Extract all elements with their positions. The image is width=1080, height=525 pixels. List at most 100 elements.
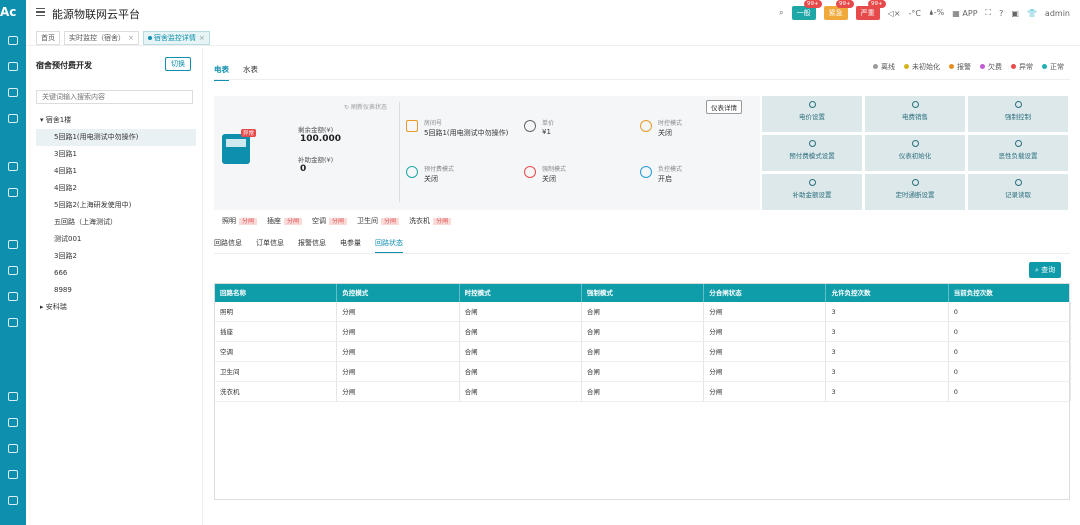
table-icon[interactable] [8,292,18,301]
subtab[interactable]: 回路信息 [214,238,242,254]
thermometer-icon[interactable] [8,266,18,275]
chart-line-icon[interactable] [8,418,18,427]
table-row[interactable]: 照明 分闸 合闸 合闸 分闸 3 0 [215,302,1072,322]
message-icon[interactable]: ▣ [1011,9,1019,18]
status-legend: 离线 未初始化 报警 欠费 异常 正常 [873,62,1064,72]
force-label: 强制模式 [542,166,567,173]
subtab[interactable]: 回路状态 [375,238,403,254]
control-button[interactable]: 恶性负载设置 [968,135,1068,171]
alarm-general[interactable]: 一般 99+ [791,0,822,20]
close-icon[interactable]: × [128,34,134,42]
column-header[interactable]: 时控模式 [460,284,582,302]
tab-detail[interactable]: 宿舍监控详情 × [142,30,210,45]
settings-icon[interactable] [8,240,18,249]
table-cell: 分闸 [704,362,827,381]
shirt-icon[interactable]: 👕 [1027,9,1037,18]
search-icon[interactable]: ⌕ [779,8,783,18]
help-icon[interactable]: ? [999,9,1003,18]
column-header[interactable]: 负控模式 [337,284,460,302]
tree-node[interactable]: 3回路2 [36,248,196,265]
tab-realtime[interactable]: 实时监控（宿舍） × [64,30,139,45]
query-button[interactable]: ⌕ 查询 [1029,262,1062,278]
column-header[interactable]: 强制模式 [582,284,705,302]
subtab[interactable]: 电参量 [340,238,361,254]
alarm-severe[interactable]: 严重 99+ [855,0,886,20]
building-icon[interactable] [8,88,18,97]
table-cell: 分闸 [704,302,827,321]
bar-chart-3-icon[interactable] [8,496,18,505]
refresh-status-button[interactable]: ↻ 刷新仪表状态 [344,102,387,111]
switch-button[interactable]: 切换 [165,57,191,71]
left-panel: 宿舍预付费开发 切换 ▾ 宿舍1楼 5回路1(用电测试中勿操作) 3回路1 4回路1 4… [26,48,203,525]
control-icon [1014,101,1022,108]
control-icon [911,140,919,147]
tree-node[interactable]: 5回路1(用电测试中勿操作) [36,129,196,146]
control-icon [911,101,919,108]
legend-label: 报警 [957,63,971,71]
tab-home[interactable]: 首页 [36,30,60,45]
sound-icon[interactable]: ◁× [888,9,901,18]
column-header[interactable]: 允许负控次数 [826,284,949,302]
tree-node[interactable]: 4回路2 [36,180,196,197]
column-header[interactable]: 回路名称 [215,284,338,302]
control-button[interactable]: 预付费模式设置 [762,135,862,171]
control-button[interactable]: 电价设置 [762,96,862,132]
subtab[interactable]: 订单信息 [256,238,284,254]
location-icon[interactable] [8,162,18,171]
table-cell: 照明 [215,302,338,321]
tree-node[interactable]: 五回路（上海测试） [36,214,196,231]
column-header[interactable]: 当前负控次数 [949,284,1072,302]
control-button[interactable]: 强制控制 [968,96,1068,132]
table-cell: 3 [826,362,949,381]
tree-node[interactable]: 5回路2(上海研发使用中) [36,197,196,214]
monitor-icon[interactable] [8,188,18,197]
close-icon[interactable]: × [199,34,205,42]
table-row[interactable]: 洗衣机 分闸 合闸 合闸 分闸 3 0 [215,382,1072,402]
document-icon[interactable] [8,114,18,123]
table-cell: 合闸 [582,342,705,361]
table-row[interactable]: 卫生间 分闸 合闸 合闸 分闸 3 0 [215,362,1072,382]
loop-item: 照明 分闸 [222,216,258,226]
tree-node[interactable]: 3回路1 [36,146,196,163]
column-header[interactable]: 分合闸状态 [704,284,827,302]
table-cell: 合闸 [582,362,705,381]
price-value: ¥1 [542,128,551,136]
table-row[interactable]: 空调 分闸 合闸 合闸 分闸 3 0 [215,342,1072,362]
tree-node[interactable]: 测试001 [36,231,196,248]
table-cell: 3 [826,382,949,401]
subtab[interactable]: 报警信息 [298,238,326,254]
table-cell: 合闸 [460,382,582,401]
tree-node[interactable]: 4回路1 [36,163,196,180]
loop-state-badge: 分闸 [239,218,258,225]
time-control-label: 时控模式 [658,120,683,127]
meter-detail-button[interactable]: 仪表详情 [706,100,742,114]
control-button[interactable]: 电费销售 [865,96,965,132]
gallery-icon[interactable] [8,318,18,327]
tree-node[interactable]: ▾ 宿舍1楼 [36,112,196,129]
tree-search-input[interactable] [36,90,193,104]
table-cell: 3 [826,342,949,361]
control-button[interactable]: 仪表初始化 [865,135,965,171]
meter-icon [222,134,250,164]
prepay-label: 预付费模式 [424,166,455,173]
alarm-urgent[interactable]: 紧急 99+ [823,0,854,20]
control-button[interactable]: 补助金额设置 [762,174,862,210]
table-row[interactable]: 插座 分闸 合闸 合闸 分闸 3 0 [215,322,1072,342]
home-icon[interactable] [8,36,18,45]
user-name[interactable]: admin [1045,9,1070,18]
report-icon[interactable] [8,392,18,401]
table-cell: 分闸 [704,342,827,361]
tree-node[interactable]: 8989 [36,282,196,299]
divider [214,79,1070,80]
tree-node[interactable]: 666 [36,265,196,282]
tree-node[interactable]: ▸ 安科瑞 [36,299,196,316]
control-button[interactable]: 记录读取 [968,174,1068,210]
fullscreen-icon[interactable]: ⛶ [986,8,992,18]
control-button[interactable]: 定时通断设置 [865,174,965,210]
app-icon[interactable]: ▦ APP [952,9,977,18]
load-control-value: 开启 [658,175,672,183]
bar-chart-icon[interactable] [8,444,18,453]
table-cell: 分闸 [337,342,460,361]
bar-chart-2-icon[interactable] [8,470,18,479]
user-icon[interactable] [8,62,18,71]
